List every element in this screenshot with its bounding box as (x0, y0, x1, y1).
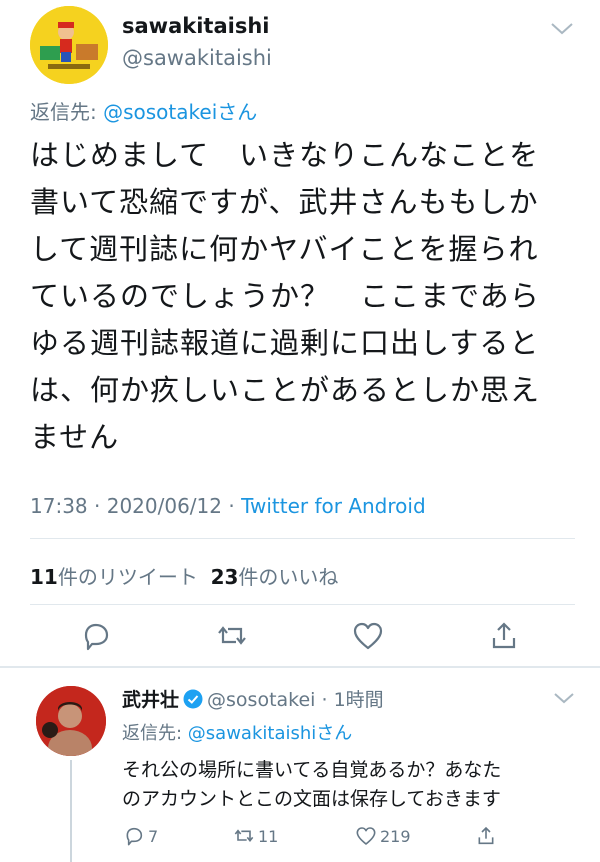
share-icon[interactable] (486, 618, 522, 654)
like-count: 219 (380, 826, 411, 846)
reply-to-prefix: 返信先: (30, 100, 104, 124)
tweet-stats: 11件のリツイート 23件のいいね (30, 561, 338, 590)
reply-tweet: 武井壮 @sosotakei · 1時間 返信先: @sawakitaishiさ… (0, 668, 600, 862)
chevron-down-icon[interactable] (552, 690, 576, 706)
reply-to-mention[interactable]: @sawakitaishi (188, 723, 316, 744)
mario-avatar-icon (30, 6, 108, 84)
tweet-time: 17:38 (30, 494, 88, 518)
tweet-actions: 7 11 219 (122, 822, 582, 852)
retweet-stat[interactable]: 11件のリツイート (30, 565, 198, 589)
avatar[interactable] (30, 6, 108, 84)
share-icon (478, 826, 494, 845)
reply-to-suffix: さん (316, 723, 353, 744)
reply-to-line: 返信先: @sosotakeiさん (30, 96, 257, 125)
display-name[interactable]: sawakitaishi (122, 14, 269, 38)
verified-badge-icon (183, 689, 203, 709)
tweet-body-line: 書いて恐縮ですが、武井さんももしか (30, 185, 539, 219)
retweet-count: 11 (30, 565, 58, 589)
tweet-body-line: して週刊誌に何かヤバイことを握られ (30, 232, 539, 266)
tweet-source[interactable]: Twitter for Android (241, 494, 426, 518)
reply-to-suffix: さん (217, 100, 258, 124)
retweet-count: 11 (258, 826, 279, 846)
reply-count: 7 (148, 826, 159, 846)
tweet-actions (0, 618, 600, 658)
tweet-body-line: はじめまして いきなりこんなことを (30, 138, 540, 172)
display-name[interactable]: 武井壮 (122, 689, 179, 711)
boxer-avatar-icon (36, 686, 106, 756)
like-stat[interactable]: 23件のいいね (211, 565, 339, 589)
thread-line (70, 760, 72, 862)
retweet-icon[interactable] (214, 618, 250, 654)
tweet-body-line: ているのでしょうか？ ここまであら (30, 279, 540, 313)
retweet-icon (234, 829, 254, 842)
tweet-meta: 17:38 · 2020/06/12 · Twitter for Android (30, 494, 426, 518)
tweet-body-line: は、何か疚しいことがあるとしか思え (30, 373, 541, 407)
reply-header: 武井壮 @sosotakei · 1時間 (122, 689, 384, 711)
tweet-body-line: それ公の場所に書いてる自覚あるか？あなた (122, 759, 502, 781)
avatar[interactable] (36, 686, 106, 756)
reply-to-mention[interactable]: @sosotakei (103, 100, 217, 124)
reply-icon (126, 827, 143, 846)
reply-to-prefix: 返信先: (122, 723, 188, 744)
tweet-body: はじめまして いきなりこんなことを 書いて恐縮ですが、武井さんももしか して週刊… (30, 132, 575, 461)
like-icon (356, 827, 376, 845)
chevron-down-icon[interactable] (548, 18, 576, 38)
like-label: 件のいいね (238, 565, 339, 589)
reply-button[interactable]: 7 (122, 822, 158, 850)
tweet-body-line: ません (30, 420, 120, 454)
main-tweet: sawakitaishi @sawakitaishi 返信先: @sosotak… (0, 0, 600, 668)
user-handle[interactable]: @sosotakei (207, 689, 315, 711)
user-handle[interactable]: @sawakitaishi (122, 46, 272, 70)
divider (30, 604, 575, 605)
retweet-button[interactable]: 11 (232, 822, 278, 850)
tweet-body-line: のアカウントとこの文面は保存しておきます (122, 788, 501, 810)
like-icon[interactable] (350, 618, 386, 654)
tweet-time-ago[interactable]: 1時間 (334, 689, 384, 711)
share-button[interactable] (474, 822, 500, 850)
divider (30, 538, 575, 539)
reply-icon[interactable] (78, 618, 114, 654)
like-count: 23 (210, 565, 239, 589)
tweet-body-line: ゆる週刊誌報道に過剰に口出しすると (30, 326, 540, 360)
reply-to-line: 返信先: @sawakitaishiさん (122, 719, 352, 745)
tweet-date: 2020/06/12 (106, 494, 222, 518)
retweet-label: 件のリツイート (57, 565, 198, 589)
like-button[interactable]: 219 (354, 822, 411, 850)
tweet-body: それ公の場所に書いてる自覚あるか？あなた のアカウントとこの文面は保存しておきま… (122, 756, 582, 814)
